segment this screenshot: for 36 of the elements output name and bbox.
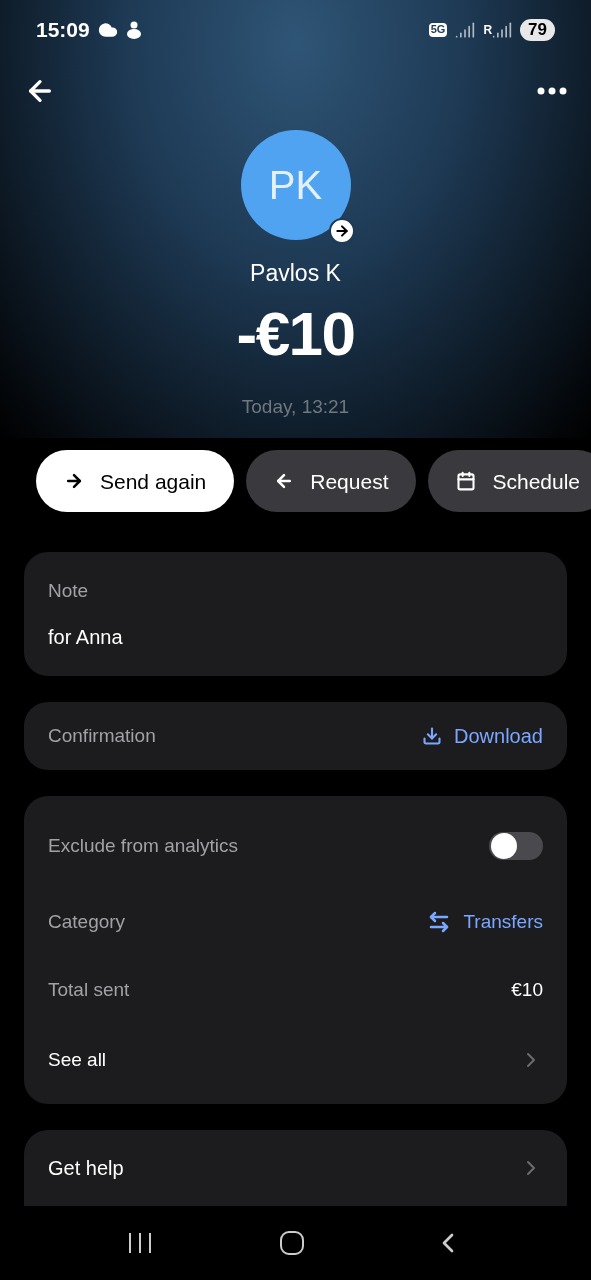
home-icon[interactable] bbox=[279, 1230, 306, 1257]
row-label: Total sent bbox=[48, 978, 130, 1002]
note-text: for Anna bbox=[48, 624, 124, 650]
status-time: 15:09 bbox=[36, 17, 90, 44]
signal-icon bbox=[455, 20, 476, 40]
figure-icon bbox=[125, 21, 142, 39]
row-label: Exclude from analytics bbox=[48, 834, 239, 858]
calendar-icon bbox=[456, 471, 477, 492]
signal-icon bbox=[492, 20, 513, 40]
arrow-glyph-icon bbox=[333, 223, 350, 239]
help-label: Get help bbox=[48, 1156, 124, 1182]
action-button[interactable]: Request bbox=[246, 450, 417, 513]
action-button[interactable]: Schedule bbox=[428, 450, 591, 513]
recent-apps-icon[interactable] bbox=[127, 1231, 154, 1256]
amount: -€10 bbox=[236, 302, 355, 365]
row-label: Category bbox=[48, 910, 126, 934]
row-value: €10 bbox=[511, 978, 543, 1002]
roaming-label: R bbox=[483, 22, 493, 39]
more-button[interactable] bbox=[537, 87, 567, 95]
see-all-row[interactable]: See all bbox=[24, 1024, 567, 1105]
row-label: See all bbox=[48, 1048, 107, 1072]
more-icon bbox=[537, 87, 567, 95]
contact-name: Pavlos K bbox=[250, 259, 341, 288]
transaction-date: Today, 13:21 bbox=[241, 394, 350, 419]
battery-level: 79 bbox=[520, 19, 555, 41]
help-row[interactable]: Get help bbox=[24, 1130, 567, 1207]
category-link[interactable]: Transfers bbox=[427, 908, 543, 937]
toggle-switch[interactable] bbox=[489, 832, 543, 861]
network-badge: 5G bbox=[428, 23, 448, 37]
download-icon bbox=[422, 726, 443, 747]
confirmation-label: Confirmation bbox=[48, 724, 156, 748]
download-link[interactable]: Download bbox=[422, 721, 543, 752]
avatar: PK bbox=[240, 130, 351, 240]
action-button[interactable]: Send again bbox=[36, 450, 235, 513]
cloud-icon bbox=[97, 20, 118, 40]
note-label: Note bbox=[48, 579, 90, 603]
